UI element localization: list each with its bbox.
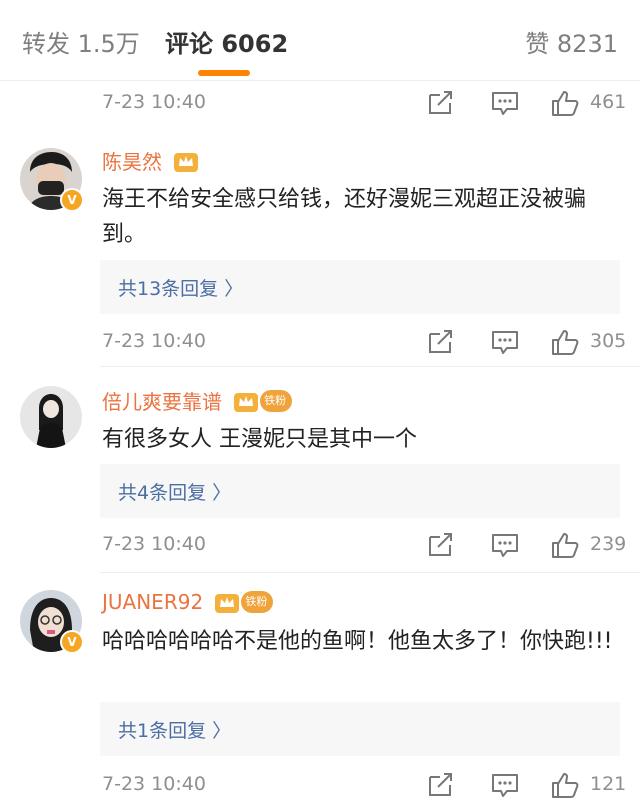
- thumbs-up-icon: [552, 533, 579, 558]
- share-icon[interactable]: [426, 771, 456, 799]
- view-replies-button[interactable]: 共13条回复 〉: [100, 260, 620, 314]
- replies-count-label: 共4条回复 〉: [118, 482, 232, 504]
- tab-repost[interactable]: 转发 1.5万: [22, 28, 140, 60]
- view-replies-button[interactable]: 共1条回复 〉: [100, 702, 620, 756]
- avatar[interactable]: V: [20, 590, 84, 654]
- fan-badge: 铁粉: [260, 389, 293, 412]
- comment-actions-row: 7-23 10:40 305: [0, 324, 640, 360]
- comment-text: 海王不给安全感只给钱，还好漫妮三观超正没被骗到。: [102, 187, 587, 247]
- comment-time: 7-23 10:40: [102, 773, 206, 795]
- username[interactable]: JUANER92: [102, 590, 203, 614]
- thumbs-up-icon: [552, 330, 579, 355]
- avatar-photo: [20, 386, 82, 448]
- comment-divider: [100, 572, 640, 573]
- thumbs-up-icon: [552, 773, 579, 798]
- like-count: 239: [590, 533, 627, 555]
- comment-icon[interactable]: [490, 531, 520, 559]
- username[interactable]: 陈昊然: [102, 150, 162, 174]
- share-icon[interactable]: [426, 328, 456, 356]
- verified-v-icon: V: [60, 188, 84, 212]
- comment-header: JUANER92 铁粉: [102, 590, 274, 620]
- crown-badge-icon: [234, 392, 259, 412]
- comment-icon[interactable]: [490, 89, 520, 117]
- like-button[interactable]: 239: [550, 531, 640, 559]
- comment-tabs: 转发 1.5万 评论 6062 赞 8231: [0, 0, 640, 80]
- like-button[interactable]: 121: [550, 771, 640, 799]
- like-button[interactable]: 461: [550, 89, 640, 117]
- username[interactable]: 倍儿爽要靠谱: [102, 390, 222, 414]
- like-count: 121: [590, 773, 627, 795]
- header-divider: [0, 80, 640, 81]
- comment-time: 7-23 10:40: [102, 91, 206, 113]
- comment-icon[interactable]: [490, 771, 520, 799]
- avatar[interactable]: V: [20, 148, 84, 212]
- like-count: 305: [590, 330, 627, 352]
- active-tab-indicator: [198, 70, 250, 76]
- comment-actions-row: 7-23 10:40 461: [0, 85, 640, 121]
- verified-v-icon: V: [60, 630, 84, 654]
- like-button[interactable]: 305: [550, 328, 640, 356]
- tab-comments[interactable]: 评论 6062: [165, 28, 288, 60]
- share-icon[interactable]: [426, 531, 456, 559]
- comment-divider: [100, 366, 640, 367]
- thumbs-up-icon: [552, 91, 579, 116]
- like-count: 461: [590, 91, 627, 113]
- tab-likes[interactable]: 赞 8231: [525, 28, 618, 60]
- replies-count-label: 共1条回复 〉: [118, 720, 232, 742]
- replies-count-label: 共13条回复 〉: [118, 278, 244, 300]
- comment-time: 7-23 10:40: [102, 330, 206, 352]
- view-replies-button[interactable]: 共4条回复 〉: [100, 464, 620, 518]
- comment-actions-row: 7-23 10:40 239: [0, 527, 640, 563]
- avatar[interactable]: [20, 386, 82, 448]
- comment-time: 7-23 10:40: [102, 533, 206, 555]
- comment-icon[interactable]: [490, 328, 520, 356]
- crown-badge-icon: [215, 594, 240, 613]
- comment-text: 有很多女人 王漫妮只是其中一个: [102, 427, 417, 452]
- comment-header: 陈昊然: [102, 146, 199, 176]
- comment-actions-row: 7-23 10:40 121: [0, 767, 640, 803]
- crown-badge-icon: [174, 152, 199, 172]
- comment-text: 哈哈哈哈哈哈不是他的鱼啊！他鱼太多了！你快跑!!!: [102, 629, 613, 654]
- fan-badge: 铁粉: [241, 591, 274, 613]
- share-icon[interactable]: [426, 89, 456, 117]
- comment-header: 倍儿爽要靠谱 铁粉: [102, 386, 293, 416]
